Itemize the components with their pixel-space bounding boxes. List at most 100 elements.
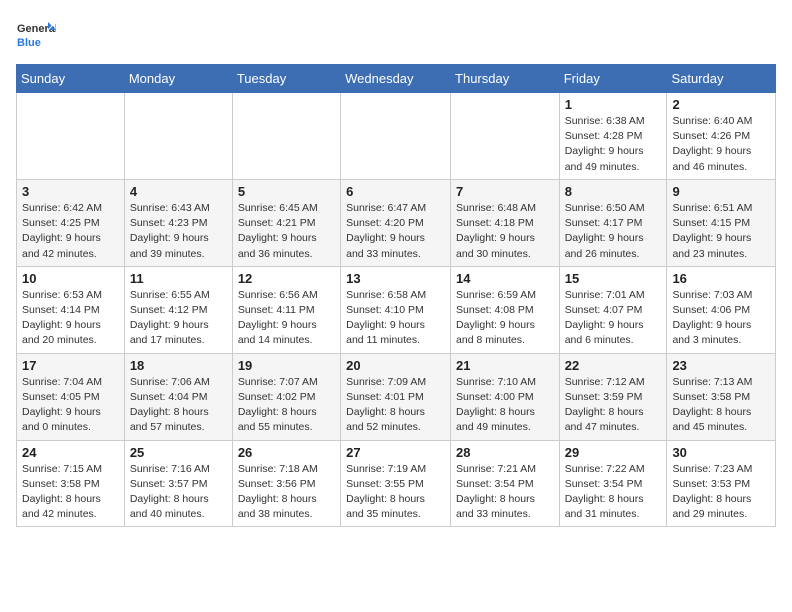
day-number: 23 xyxy=(672,358,770,373)
weekday-header-sunday: Sunday xyxy=(17,65,125,93)
calendar-cell: 5 Sunrise: 6:45 AMSunset: 4:21 PMDaylight… xyxy=(232,179,340,266)
day-number: 7 xyxy=(456,184,554,199)
calendar-cell xyxy=(232,93,340,180)
day-info: Sunrise: 6:43 AMSunset: 4:23 PMDaylight:… xyxy=(130,201,227,262)
weekday-header-wednesday: Wednesday xyxy=(341,65,451,93)
calendar-cell: 28 Sunrise: 7:21 AMSunset: 3:54 PMDayligh… xyxy=(451,440,560,527)
day-number: 1 xyxy=(565,97,662,112)
day-number: 24 xyxy=(22,445,119,460)
day-info: Sunrise: 7:16 AMSunset: 3:57 PMDaylight:… xyxy=(130,462,227,523)
day-info: Sunrise: 6:38 AMSunset: 4:28 PMDaylight:… xyxy=(565,114,662,175)
day-info: Sunrise: 7:22 AMSunset: 3:54 PMDaylight:… xyxy=(565,462,662,523)
day-number: 18 xyxy=(130,358,227,373)
weekday-header-tuesday: Tuesday xyxy=(232,65,340,93)
weekday-header-thursday: Thursday xyxy=(451,65,560,93)
calendar-cell: 7Sunrise: 6:48 AMSunset: 4:18 PMDaylight… xyxy=(451,179,560,266)
calendar-table: SundayMondayTuesdayWednesdayThursdayFrid… xyxy=(16,64,776,527)
logo-graphic: General Blue xyxy=(16,16,56,56)
day-info: Sunrise: 7:18 AMSunset: 3:56 PMDaylight:… xyxy=(238,462,335,523)
day-info: Sunrise: 6:50 AMSunset: 4:17 PMDaylight:… xyxy=(565,201,662,262)
day-info: Sunrise: 6:59 AMSunset: 4:08 PMDaylight:… xyxy=(456,288,554,349)
day-number: 11 xyxy=(130,271,227,286)
day-number: 26 xyxy=(238,445,335,460)
calendar-cell: 14 Sunrise: 6:59 AMSunset: 4:08 PMDayligh… xyxy=(451,266,560,353)
day-number: 14 xyxy=(456,271,554,286)
day-info: Sunrise: 7:19 AMSunset: 3:55 PMDaylight:… xyxy=(346,462,445,523)
calendar-cell: 6 Sunrise: 6:47 AMSunset: 4:20 PMDaylight… xyxy=(341,179,451,266)
calendar-cell: 2Sunrise: 6:40 AMSunset: 4:26 PMDaylight… xyxy=(667,93,776,180)
day-info: Sunrise: 7:03 AMSunset: 4:06 PMDaylight:… xyxy=(672,288,770,349)
logo: General Blue xyxy=(16,16,56,56)
day-number: 21 xyxy=(456,358,554,373)
calendar-cell: 8Sunrise: 6:50 AMSunset: 4:17 PMDaylight… xyxy=(559,179,667,266)
calendar-cell: 21 Sunrise: 7:10 AMSunset: 4:00 PMDayligh… xyxy=(451,353,560,440)
day-number: 28 xyxy=(456,445,554,460)
day-info: Sunrise: 6:51 AMSunset: 4:15 PMDaylight:… xyxy=(672,201,770,262)
day-info: Sunrise: 7:10 AMSunset: 4:00 PMDaylight:… xyxy=(456,375,554,436)
calendar-cell: 19 Sunrise: 7:07 AMSunset: 4:02 PMDayligh… xyxy=(232,353,340,440)
day-number: 25 xyxy=(130,445,227,460)
calendar-cell: 27 Sunrise: 7:19 AMSunset: 3:55 PMDayligh… xyxy=(341,440,451,527)
calendar-cell: 25 Sunrise: 7:16 AMSunset: 3:57 PMDayligh… xyxy=(124,440,232,527)
calendar-cell: 20 Sunrise: 7:09 AMSunset: 4:01 PMDayligh… xyxy=(341,353,451,440)
day-info: Sunrise: 6:42 AMSunset: 4:25 PMDaylight:… xyxy=(22,201,119,262)
day-number: 17 xyxy=(22,358,119,373)
day-number: 30 xyxy=(672,445,770,460)
day-info: Sunrise: 6:53 AMSunset: 4:14 PMDaylight:… xyxy=(22,288,119,349)
calendar-week-row: 3 Sunrise: 6:42 AMSunset: 4:25 PMDaylight… xyxy=(17,179,776,266)
day-info: Sunrise: 6:45 AMSunset: 4:21 PMDaylight:… xyxy=(238,201,335,262)
day-number: 4 xyxy=(130,184,227,199)
day-number: 3 xyxy=(22,184,119,199)
day-number: 20 xyxy=(346,358,445,373)
calendar-cell: 10 Sunrise: 6:53 AMSunset: 4:14 PMDayligh… xyxy=(17,266,125,353)
day-number: 2 xyxy=(672,97,770,112)
calendar-cell: 29 Sunrise: 7:22 AMSunset: 3:54 PMDayligh… xyxy=(559,440,667,527)
calendar-cell: 15Sunrise: 7:01 AMSunset: 4:07 PMDayligh… xyxy=(559,266,667,353)
day-info: Sunrise: 7:23 AMSunset: 3:53 PMDaylight:… xyxy=(672,462,770,523)
day-number: 13 xyxy=(346,271,445,286)
day-info: Sunrise: 7:07 AMSunset: 4:02 PMDaylight:… xyxy=(238,375,335,436)
day-number: 27 xyxy=(346,445,445,460)
calendar-cell: 11Sunrise: 6:55 AMSunset: 4:12 PMDayligh… xyxy=(124,266,232,353)
calendar-week-row: 24Sunrise: 7:15 AMSunset: 3:58 PMDayligh… xyxy=(17,440,776,527)
calendar-cell: 17 Sunrise: 7:04 AMSunset: 4:05 PMDayligh… xyxy=(17,353,125,440)
calendar-cell: 18 Sunrise: 7:06 AMSunset: 4:04 PMDayligh… xyxy=(124,353,232,440)
weekday-header-monday: Monday xyxy=(124,65,232,93)
day-info: Sunrise: 7:06 AMSunset: 4:04 PMDaylight:… xyxy=(130,375,227,436)
calendar-cell: 26 Sunrise: 7:18 AMSunset: 3:56 PMDayligh… xyxy=(232,440,340,527)
calendar-cell: 23 Sunrise: 7:13 AMSunset: 3:58 PMDayligh… xyxy=(667,353,776,440)
page-header: General Blue xyxy=(16,16,776,56)
day-number: 16 xyxy=(672,271,770,286)
calendar-cell: 1 Sunrise: 6:38 AMSunset: 4:28 PMDaylight… xyxy=(559,93,667,180)
logo-container: General Blue xyxy=(16,16,56,56)
calendar-cell xyxy=(341,93,451,180)
day-number: 12 xyxy=(238,271,335,286)
day-info: Sunrise: 7:09 AMSunset: 4:01 PMDaylight:… xyxy=(346,375,445,436)
calendar-cell xyxy=(451,93,560,180)
day-number: 9 xyxy=(672,184,770,199)
day-info: Sunrise: 7:04 AMSunset: 4:05 PMDaylight:… xyxy=(22,375,119,436)
day-number: 22 xyxy=(565,358,662,373)
day-info: Sunrise: 6:58 AMSunset: 4:10 PMDaylight:… xyxy=(346,288,445,349)
day-number: 6 xyxy=(346,184,445,199)
calendar-cell: 22 Sunrise: 7:12 AMSunset: 3:59 PMDayligh… xyxy=(559,353,667,440)
day-info: Sunrise: 7:01 AMSunset: 4:07 PMDaylight:… xyxy=(565,288,662,349)
calendar-week-row: 17 Sunrise: 7:04 AMSunset: 4:05 PMDayligh… xyxy=(17,353,776,440)
day-number: 19 xyxy=(238,358,335,373)
day-info: Sunrise: 6:47 AMSunset: 4:20 PMDaylight:… xyxy=(346,201,445,262)
day-info: Sunrise: 7:13 AMSunset: 3:58 PMDaylight:… xyxy=(672,375,770,436)
day-info: Sunrise: 7:21 AMSunset: 3:54 PMDaylight:… xyxy=(456,462,554,523)
calendar-cell: 4 Sunrise: 6:43 AMSunset: 4:23 PMDaylight… xyxy=(124,179,232,266)
weekday-header-friday: Friday xyxy=(559,65,667,93)
calendar-cell: 12Sunrise: 6:56 AMSunset: 4:11 PMDayligh… xyxy=(232,266,340,353)
day-number: 29 xyxy=(565,445,662,460)
calendar-cell: 24Sunrise: 7:15 AMSunset: 3:58 PMDayligh… xyxy=(17,440,125,527)
day-number: 5 xyxy=(238,184,335,199)
calendar-header-row: SundayMondayTuesdayWednesdayThursdayFrid… xyxy=(17,65,776,93)
day-info: Sunrise: 7:12 AMSunset: 3:59 PMDaylight:… xyxy=(565,375,662,436)
calendar-cell xyxy=(17,93,125,180)
calendar-cell: 9 Sunrise: 6:51 AMSunset: 4:15 PMDaylight… xyxy=(667,179,776,266)
calendar-cell xyxy=(124,93,232,180)
day-number: 10 xyxy=(22,271,119,286)
calendar-cell: 16 Sunrise: 7:03 AMSunset: 4:06 PMDayligh… xyxy=(667,266,776,353)
